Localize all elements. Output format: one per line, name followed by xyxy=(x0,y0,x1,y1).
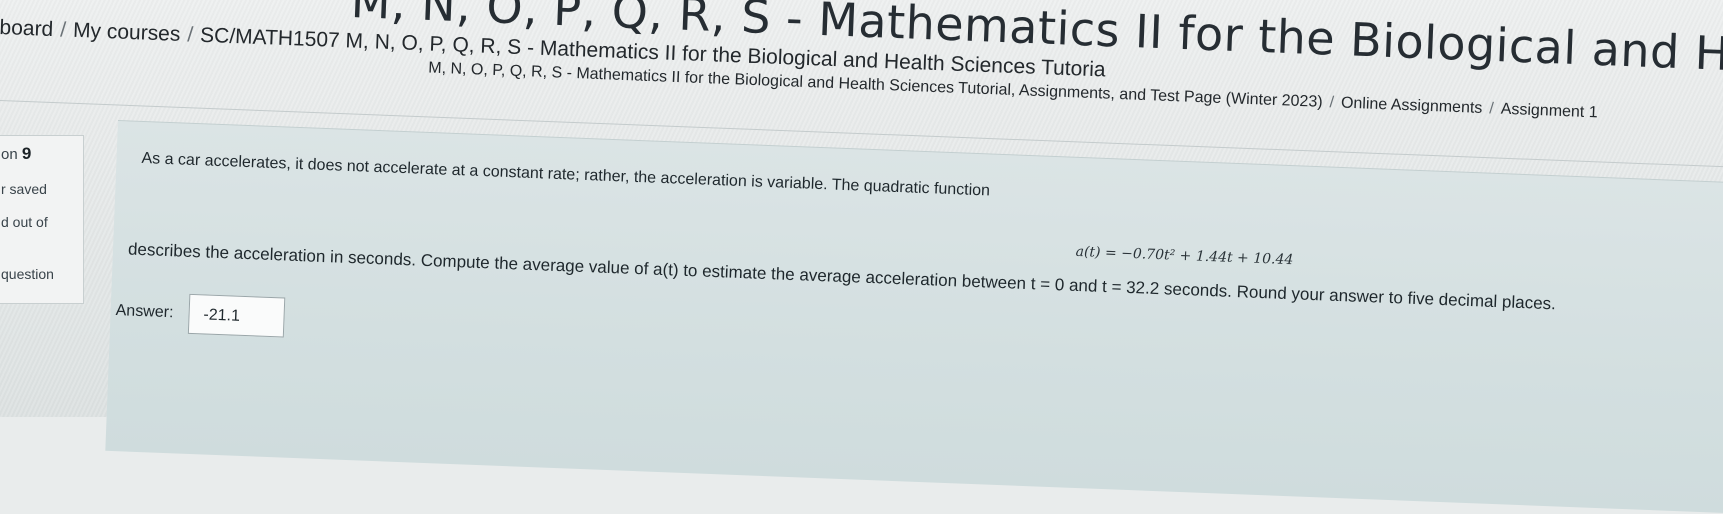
answer-label: Answer: xyxy=(115,302,174,322)
question-text-intro: As a car accelerates, it does not accele… xyxy=(141,149,991,200)
question-number: on 9 xyxy=(1,144,31,164)
question-marks: d out of xyxy=(1,214,48,230)
question-formula: a(t) = −0.70t² + 1.44t + 10.44 xyxy=(1075,243,1294,269)
question-status: r saved xyxy=(1,181,47,197)
breadcrumb-separator: / xyxy=(1329,94,1335,112)
answer-row: Answer: -21.1 xyxy=(115,291,286,338)
breadcrumb-separator: / xyxy=(1488,100,1495,118)
breadcrumb-separator: / xyxy=(186,23,194,47)
question-text-instruction: describes the acceleration in seconds. C… xyxy=(127,239,1557,314)
answer-input[interactable]: -21.1 xyxy=(187,293,286,338)
question-info-box: on 9 r saved d out of question xyxy=(0,135,84,304)
breadcrumb-my-courses[interactable]: My courses xyxy=(73,19,181,46)
question-content-panel: As a car accelerates, it does not accele… xyxy=(105,120,1723,514)
flag-question-link[interactable]: question xyxy=(1,266,54,282)
question-number-prefix: on xyxy=(1,146,18,163)
breadcrumb-dashboard[interactable]: board xyxy=(0,16,54,41)
breadcrumb-separator: / xyxy=(59,18,67,42)
question-number-value: 9 xyxy=(21,144,32,163)
breadcrumb-assignment-1[interactable]: Assignment 1 xyxy=(1500,101,1598,122)
